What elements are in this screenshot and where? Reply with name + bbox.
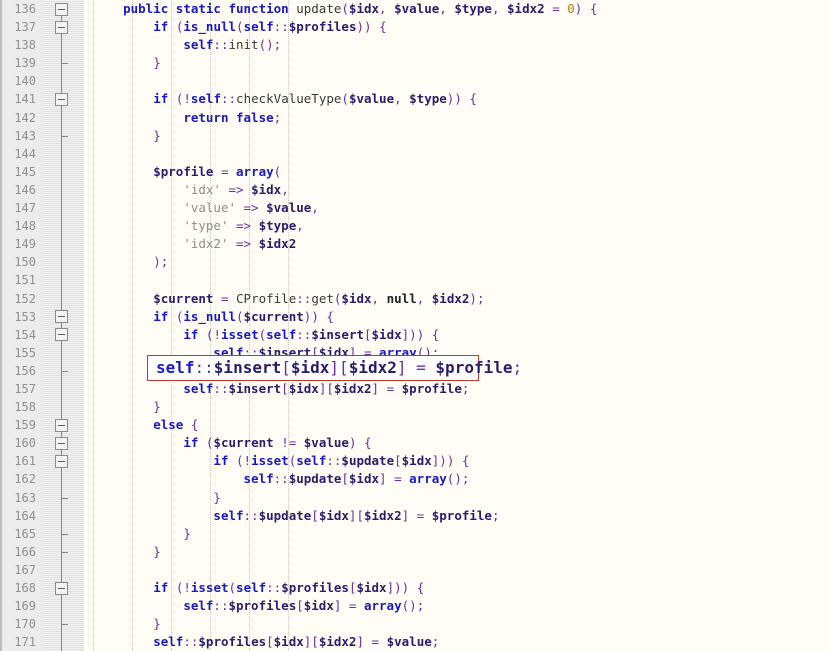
line-number: 137 [14,20,36,35]
line-number: 136 [14,2,36,16]
code-line[interactable]: } [84,525,597,543]
code-line[interactable]: 'type' => $type, [84,217,597,235]
line-number: 165 [14,526,36,541]
line-number: 153 [14,309,36,324]
line-number: 143 [14,128,36,143]
fold-end-tick-icon [61,552,68,553]
code-line[interactable]: 'idx2' => $idx2 [84,235,597,253]
line-number: 145 [14,164,36,179]
line-number: 138 [14,38,36,53]
highlighted-code-box[interactable]: self::$insert[$idx][$idx2] = $profile; [147,355,523,381]
code-line[interactable]: if (!isset(self::$insert[$idx])) { [84,326,597,344]
line-number: 169 [14,599,36,614]
code-line[interactable] [84,271,597,289]
fold-end-tick-icon [61,497,68,499]
line-number: 162 [14,472,36,487]
line-number: 148 [14,219,36,234]
code-line[interactable] [84,145,597,163]
line-number: 142 [14,110,36,125]
code-line[interactable]: self::init(); [84,36,597,54]
code-line[interactable]: public static function update($idx, $val… [84,0,597,18]
code-line[interactable] [84,561,597,579]
line-number: 156 [14,363,36,378]
fold-end-tick-icon [61,371,68,372]
code-line[interactable]: 'value' => $value, [84,199,597,217]
code-line[interactable]: self::$update[$idx] = array(); [84,470,597,488]
fold-toggle-icon[interactable] [55,20,68,34]
code-line[interactable]: 'idx' => $idx, [84,181,597,199]
code-line[interactable]: if (!isset(self::$profiles[$idx])) { [84,579,597,597]
fold-toggle-icon[interactable] [55,455,68,468]
line-number: 158 [14,400,36,415]
fold-end-tick-icon [61,533,68,535]
line-number: 154 [14,327,36,342]
line-number: 160 [14,436,36,451]
fold-end-tick-icon [61,135,68,137]
line-number: 152 [14,291,36,306]
fold-toggle-icon[interactable] [55,581,68,595]
code-line[interactable]: self::$profiles[$idx] = array(); [84,597,597,615]
fold-end-tick-icon [61,63,68,65]
line-number: 161 [14,454,36,469]
code-line[interactable]: if (is_null($current)) { [84,308,597,326]
code-folding-column[interactable] [50,0,74,651]
line-number: 166 [14,544,36,559]
code-line[interactable]: else { [84,416,597,434]
line-number: 151 [14,273,36,288]
code-content-area[interactable]: public static function update($idx, $val… [84,0,830,651]
code-line[interactable]: return false; [84,109,597,127]
code-line[interactable]: ); [84,253,597,271]
line-number-column: 136 137 138 139 140 141 142 143 144 145 146 147 148 1… [0,0,40,651]
fold-toggle-icon[interactable] [55,2,68,16]
line-number: 168 [14,581,36,595]
line-number: 170 [14,617,36,632]
line-number: 147 [14,201,36,216]
fold-toggle-icon[interactable] [55,436,68,450]
source-code[interactable]: public static function update($idx, $val… [84,0,597,651]
fold-toggle-icon[interactable] [55,310,68,324]
line-number: 171 [14,635,36,650]
line-number: 150 [14,255,36,270]
code-line[interactable]: self::$profiles[$idx][$idx2] = $value; [84,633,597,651]
line-number: 149 [14,237,36,252]
code-line[interactable]: } [84,54,597,72]
editor-gutter: 136 137 138 139 140 141 142 143 144 145 146 147 148 1… [0,0,84,651]
code-editor[interactable]: 136 137 138 139 140 141 142 143 144 145 146 147 148 1… [0,0,830,651]
line-number: 141 [14,92,36,107]
code-line[interactable]: if (is_null(self::$profiles)) { [84,18,597,36]
code-line[interactable]: $current = CProfile::get($idx, null, $id… [84,290,597,308]
fold-end-tick-icon [61,624,68,626]
fold-toggle-icon[interactable] [55,93,68,106]
code-line[interactable]: $profile = array( [84,163,597,181]
line-number: 159 [14,418,36,433]
code-line[interactable]: } [84,127,597,145]
line-number: 163 [14,490,36,505]
code-line[interactable]: self::$insert[$idx][$idx2] = $profile; [84,380,597,398]
fold-toggle-icon[interactable] [55,328,68,342]
line-number: 146 [14,182,36,197]
code-line[interactable]: if (!isset(self::$update[$idx])) { [84,452,597,470]
line-number: 164 [14,508,36,523]
highlighted-code-text: self::$insert[$idx][$idx2] = $profile; [156,358,523,377]
line-number: 157 [14,381,36,396]
code-line[interactable]: self::$update[$idx][$idx2] = $profile; [84,507,597,525]
code-line[interactable] [84,72,597,90]
code-line[interactable]: } [84,489,597,507]
code-line[interactable]: } [84,615,597,633]
code-line[interactable]: if (!self::checkValueType($value, $type)… [84,90,597,108]
line-number: 155 [14,345,36,360]
line-number: 144 [14,146,36,161]
fold-toggle-icon[interactable] [55,418,68,432]
line-number: 167 [14,562,36,577]
code-line[interactable]: } [84,543,597,561]
code-line[interactable]: } [84,398,597,416]
line-number: 140 [14,74,36,89]
line-number: 139 [14,56,36,71]
code-line[interactable]: if ($current != $value) { [84,434,597,452]
